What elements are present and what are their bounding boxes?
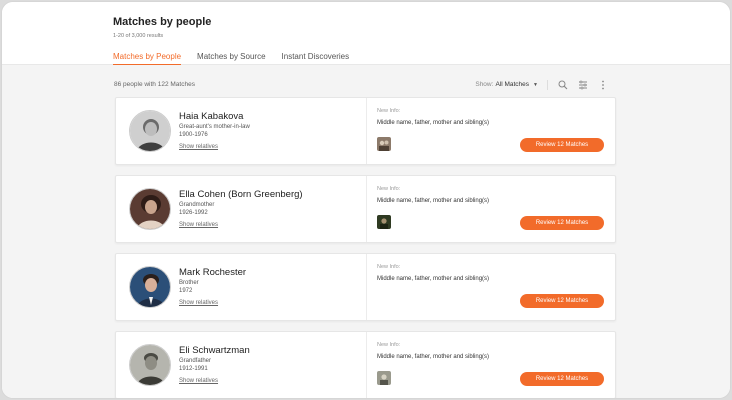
more-vertical-icon[interactable] bbox=[597, 79, 608, 90]
person-relation: Brother bbox=[179, 280, 199, 286]
card-divider bbox=[366, 176, 367, 242]
person-avatar bbox=[129, 266, 171, 308]
match-card: Ella Cohen (Born Greenberg) Grandmother … bbox=[115, 175, 616, 243]
match-card: Haia Kabakova Great-aunt's mother-in-law… bbox=[115, 97, 616, 165]
person-years: 1900-1976 bbox=[179, 132, 208, 138]
card-divider bbox=[366, 332, 367, 398]
tab-matches-by-source[interactable]: Matches by Source bbox=[197, 52, 265, 65]
match-summary: 86 people with 122 Matches bbox=[114, 81, 195, 88]
page-header: Matches by people 1-20 of 3,000 results … bbox=[2, 2, 730, 65]
new-info-label: New Info: bbox=[377, 186, 401, 192]
new-info-label: New Info: bbox=[377, 108, 401, 114]
search-icon[interactable] bbox=[557, 79, 568, 90]
show-relatives-link[interactable]: Show relatives bbox=[179, 378, 218, 384]
person-years: 1972 bbox=[179, 288, 193, 294]
new-info-text: Middle name, father, mother and sibling(… bbox=[377, 198, 490, 204]
match-card: Mark Rochester Brother 1972 Show relativ… bbox=[115, 253, 616, 321]
person-relation: Grandfather bbox=[179, 358, 212, 364]
person-name: Mark Rochester bbox=[179, 267, 247, 278]
person-avatar bbox=[129, 188, 171, 230]
new-info-label: New Info: bbox=[377, 342, 401, 348]
show-relatives-link[interactable]: Show relatives bbox=[179, 222, 218, 228]
card-divider bbox=[366, 98, 367, 164]
new-info-text: Middle name, father, mother and sibling(… bbox=[377, 354, 490, 360]
person-relation: Great-aunt's mother-in-law bbox=[179, 124, 250, 130]
new-info-text: Middle name, father, mother and sibling(… bbox=[377, 276, 490, 282]
person-avatar bbox=[129, 110, 171, 152]
person-name: Eli Schwartzman bbox=[179, 345, 250, 356]
show-filter-dropdown[interactable]: Show: All Matches ▼ bbox=[475, 81, 538, 88]
person-years: 1912-1991 bbox=[179, 366, 208, 372]
match-card: Eli Schwartzman Grandfather 1912-1991 Sh… bbox=[115, 331, 616, 398]
tab-instant-discoveries[interactable]: Instant Discoveries bbox=[282, 52, 350, 65]
page-title: Matches by people bbox=[113, 16, 212, 28]
source-thumbnail[interactable] bbox=[377, 137, 391, 151]
new-info-label: New Info: bbox=[377, 264, 401, 270]
app-window: Matches by people 1-20 of 3,000 results … bbox=[1, 1, 731, 399]
person-relation: Grandmother bbox=[179, 202, 215, 208]
person-name: Ella Cohen (Born Greenberg) bbox=[179, 189, 303, 200]
source-thumbnail[interactable] bbox=[377, 371, 391, 385]
review-matches-button[interactable]: Review 12 Matches bbox=[520, 294, 604, 308]
review-matches-button[interactable]: Review 12 Matches bbox=[520, 138, 604, 152]
card-divider bbox=[366, 254, 367, 320]
results-count: 1-20 of 3,000 results bbox=[113, 33, 164, 39]
person-years: 1926-1992 bbox=[179, 210, 208, 216]
show-relatives-link[interactable]: Show relatives bbox=[179, 300, 218, 306]
source-thumbnail[interactable] bbox=[377, 215, 391, 229]
matches-content: 86 people with 122 Matches Show: All Mat… bbox=[2, 65, 730, 398]
show-filter-value: All Matches bbox=[495, 81, 530, 88]
new-info-text: Middle name, father, mother and sibling(… bbox=[377, 120, 490, 126]
review-matches-button[interactable]: Review 12 Matches bbox=[520, 372, 604, 386]
tab-bar: Matches by People Matches by Source Inst… bbox=[113, 52, 349, 65]
toolbar: Show: All Matches ▼ bbox=[475, 79, 608, 90]
tab-matches-by-people[interactable]: Matches by People bbox=[113, 52, 182, 65]
toolbar-divider bbox=[547, 79, 548, 90]
filter-icon[interactable] bbox=[577, 79, 588, 90]
show-relatives-link[interactable]: Show relatives bbox=[179, 144, 218, 150]
show-filter-label: Show: bbox=[475, 81, 494, 88]
chevron-down-icon: ▼ bbox=[533, 81, 538, 88]
person-avatar bbox=[129, 344, 171, 386]
review-matches-button[interactable]: Review 12 Matches bbox=[520, 216, 604, 230]
person-name: Haia Kabakova bbox=[179, 111, 244, 122]
